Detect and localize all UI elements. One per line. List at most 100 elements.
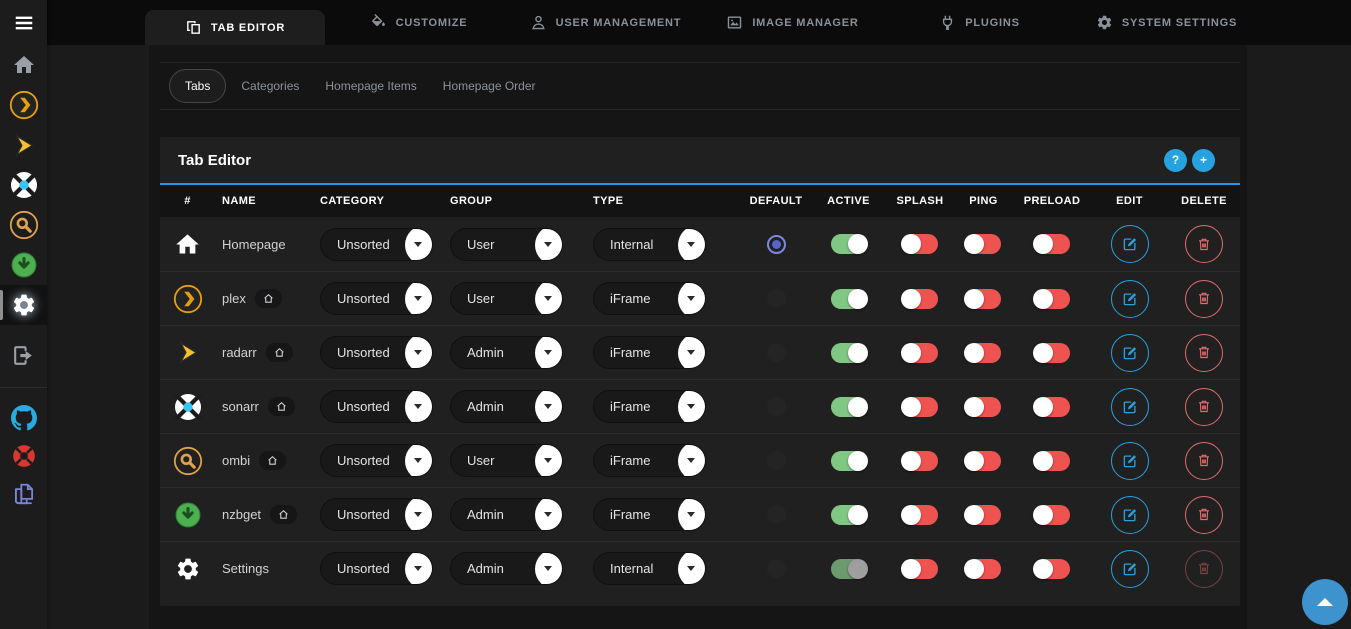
preload-toggle[interactable]	[1035, 289, 1070, 309]
sidebar-link-github[interactable]	[0, 399, 47, 437]
delete-button[interactable]	[1185, 442, 1223, 480]
add-tab-button[interactable]: +	[1192, 149, 1215, 172]
default-radio[interactable]	[767, 505, 786, 524]
preload-toggle[interactable]	[1035, 397, 1070, 417]
type-select[interactable]: iFrame	[593, 336, 706, 369]
splash-toggle[interactable]	[903, 234, 938, 254]
default-radio[interactable]	[767, 343, 786, 362]
default-radio[interactable]	[767, 559, 786, 578]
ping-toggle[interactable]	[966, 505, 1001, 525]
active-toggle[interactable]	[831, 343, 866, 363]
ping-toggle[interactable]	[966, 343, 1001, 363]
group-select[interactable]: Admin	[450, 498, 563, 531]
category-select[interactable]: Unsorted	[320, 390, 433, 423]
default-radio[interactable]	[767, 451, 786, 470]
category-select-value: Unsorted	[337, 291, 390, 306]
nav-tab-plugins[interactable]: PLUGINS	[886, 0, 1073, 45]
active-toggle[interactable]	[831, 234, 866, 254]
preload-toggle[interactable]	[1035, 559, 1070, 579]
delete-button[interactable]	[1185, 225, 1223, 263]
splash-toggle[interactable]	[903, 559, 938, 579]
nav-tab-image-manager[interactable]: IMAGE MANAGER	[699, 0, 886, 45]
group-select[interactable]: Admin	[450, 336, 563, 369]
category-select[interactable]: Unsorted	[320, 498, 433, 531]
edit-button[interactable]	[1111, 225, 1149, 263]
ping-toggle[interactable]	[966, 451, 1001, 471]
delete-button[interactable]	[1185, 550, 1223, 588]
sonarr-icon	[173, 392, 203, 422]
edit-button[interactable]	[1111, 442, 1149, 480]
type-select[interactable]: iFrame	[593, 282, 706, 315]
subtab-tabs[interactable]: Tabs	[169, 69, 226, 103]
ping-toggle[interactable]	[966, 289, 1001, 309]
active-toggle[interactable]	[831, 289, 866, 309]
type-select[interactable]: iFrame	[593, 390, 706, 423]
menu-toggle-button[interactable]	[0, 0, 47, 45]
nav-tab-system-settings[interactable]: SYSTEM SETTINGS	[1073, 0, 1260, 45]
splash-toggle[interactable]	[903, 397, 938, 417]
ping-toggle[interactable]	[966, 234, 1001, 254]
ping-toggle[interactable]	[966, 559, 1001, 579]
category-select[interactable]: Unsorted	[320, 552, 433, 585]
subtab-homepage-order[interactable]: Homepage Order	[430, 70, 549, 102]
default-radio[interactable]	[767, 289, 786, 308]
type-select[interactable]: Internal	[593, 552, 706, 585]
subtab-homepage-items[interactable]: Homepage Items	[312, 70, 429, 102]
type-select[interactable]: Internal	[593, 228, 706, 261]
type-select[interactable]: iFrame	[593, 498, 706, 531]
edit-button[interactable]	[1111, 388, 1149, 426]
active-toggle[interactable]	[831, 397, 866, 417]
active-toggle[interactable]	[831, 559, 866, 579]
sidebar-item-ombi[interactable]	[0, 205, 47, 245]
nav-tab-user-management[interactable]: USER MANAGEMENT	[512, 0, 699, 45]
delete-button[interactable]	[1185, 334, 1223, 372]
category-select[interactable]: Unsorted	[320, 228, 433, 261]
scroll-top-button[interactable]	[1302, 579, 1348, 625]
preload-toggle[interactable]	[1035, 505, 1070, 525]
edit-button[interactable]	[1111, 334, 1149, 372]
edit-button[interactable]	[1111, 550, 1149, 588]
category-select[interactable]: Unsorted	[320, 444, 433, 477]
default-radio[interactable]	[767, 235, 786, 254]
sidebar-link-support[interactable]	[0, 437, 47, 475]
preload-toggle[interactable]	[1035, 234, 1070, 254]
subtab-categories[interactable]: Categories	[228, 70, 312, 102]
preload-toggle[interactable]	[1035, 343, 1070, 363]
default-radio[interactable]	[767, 397, 786, 416]
preload-toggle[interactable]	[1035, 451, 1070, 471]
type-select[interactable]: iFrame	[593, 444, 706, 477]
delete-button[interactable]	[1185, 280, 1223, 318]
splash-toggle[interactable]	[903, 289, 938, 309]
splash-toggle[interactable]	[903, 451, 938, 471]
sidebar-item-nzbget[interactable]	[0, 245, 47, 285]
sidebar-item-sonarr[interactable]	[0, 165, 47, 205]
active-toggle[interactable]	[831, 451, 866, 471]
sidebar-item-logout[interactable]	[0, 335, 47, 375]
edit-button[interactable]	[1111, 280, 1149, 318]
help-button[interactable]: ?	[1164, 149, 1187, 172]
active-toggle[interactable]	[831, 505, 866, 525]
splash-toggle[interactable]	[903, 505, 938, 525]
sidebar-item-home[interactable]	[0, 45, 47, 85]
group-select[interactable]: User	[450, 444, 563, 477]
nav-tab-tab-editor[interactable]: TAB EDITOR	[145, 10, 325, 45]
delete-button[interactable]	[1185, 388, 1223, 426]
edit-button[interactable]	[1111, 496, 1149, 534]
group-select[interactable]: User	[450, 228, 563, 261]
category-select-value: Unsorted	[337, 237, 390, 252]
nav-tab-customize[interactable]: CUSTOMIZE	[325, 0, 512, 45]
sidebar-item-plex[interactable]	[0, 85, 47, 125]
category-select[interactable]: Unsorted	[320, 282, 433, 315]
ping-toggle[interactable]	[966, 397, 1001, 417]
tab-name: ombi	[222, 453, 250, 468]
splash-toggle[interactable]	[903, 343, 938, 363]
group-select[interactable]: Admin	[450, 390, 563, 423]
group-select[interactable]: User	[450, 282, 563, 315]
sidebar-item-settings[interactable]	[0, 285, 47, 325]
group-select[interactable]: Admin	[450, 552, 563, 585]
sidebar-item-radarr[interactable]	[0, 125, 47, 165]
delete-button[interactable]	[1185, 496, 1223, 534]
category-select[interactable]: Unsorted	[320, 336, 433, 369]
tabs-table: #NAMECATEGORYGROUPTYPEDEFAULTACTIVESPLAS…	[160, 185, 1240, 595]
sidebar-link-docs[interactable]	[0, 475, 47, 513]
